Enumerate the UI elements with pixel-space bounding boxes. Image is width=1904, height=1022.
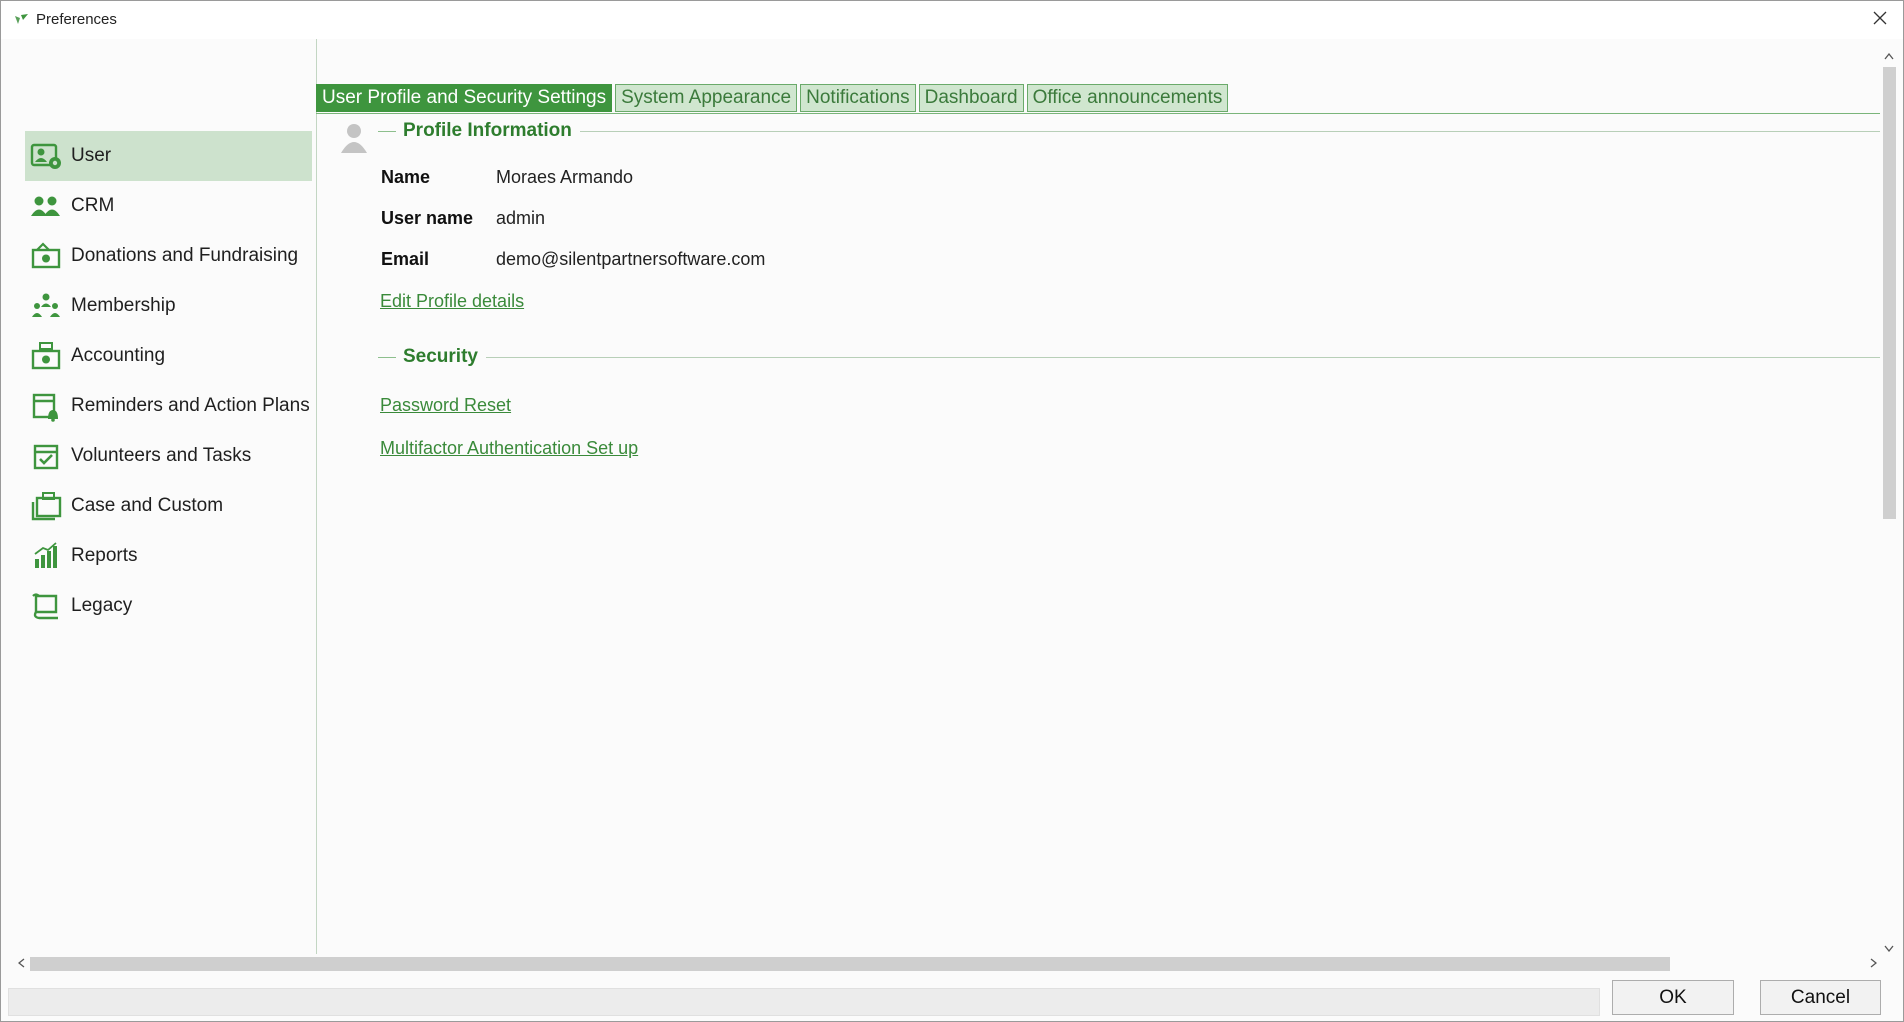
people-icon [29,189,63,223]
sidebar-item-label: Legacy [71,595,133,616]
name-value: Moraes Armando [496,167,634,187]
scroll-left-button[interactable] [14,955,28,973]
sidebar-item-reports[interactable]: Reports [25,531,312,581]
tab-office-announcements[interactable]: Office announcements [1026,84,1229,112]
ok-button[interactable]: OK [1612,980,1734,1015]
sidebar-item-volunteers[interactable]: Volunteers and Tasks [25,431,312,481]
window-title: Preferences [36,11,117,28]
sidebar-item-legacy[interactable]: Legacy [25,581,312,631]
membership-icon [29,289,63,323]
sidebar-item-crm[interactable]: CRM [25,181,312,231]
accounting-icon [29,339,63,373]
sidebar-item-label: Reminders and Action Plans [71,395,310,416]
security-heading: Security [403,346,478,367]
cancel-button[interactable]: Cancel [1760,980,1881,1015]
security-section-header: Security [378,345,1880,369]
chevron-right-icon [1870,955,1877,973]
status-bar [8,988,1600,1016]
sidebar: User CRM Donations and Fundraising Membe… [1,39,317,954]
email-value: demo@silentpartnersoftware.com [496,249,766,269]
tab-notifications[interactable]: Notifications [800,84,916,112]
email-label: Email [381,249,430,269]
tab-user-profile-security[interactable]: User Profile and Security Settings [316,84,613,112]
password-reset-link[interactable]: Password Reset [380,395,511,416]
profile-section-header: Profile Information [378,119,1880,143]
sidebar-item-label: Membership [71,295,176,316]
sidebar-item-label: Case and Custom [71,495,224,516]
vertical-scroll-thumb[interactable] [1883,67,1896,519]
sidebar-item-user[interactable]: User [25,131,312,181]
close-icon [1873,11,1887,30]
sidebar-item-label: Reports [71,545,138,566]
mfa-setup-link[interactable]: Multifactor Authentication Set up [380,438,638,459]
close-button[interactable] [1857,1,1903,39]
sidebar-item-case-custom[interactable]: Case and Custom [25,481,312,531]
sidebar-item-label: Volunteers and Tasks [71,445,252,466]
horizontal-scroll-thumb[interactable] [30,957,1670,971]
calendar-check-icon [29,439,63,473]
sidebar-item-membership[interactable]: Membership [25,281,312,331]
username-label: User name [381,208,474,228]
avatar-icon [339,122,369,154]
sidebar-item-donations[interactable]: Donations and Fundraising [25,231,312,281]
donation-icon [29,239,63,273]
chevron-up-icon [1884,47,1894,65]
name-label: Name [381,167,431,187]
username-value: admin [496,208,546,228]
scroll-icon [29,589,63,623]
vertical-scrollbar[interactable] [1880,49,1898,955]
sidebar-item-label: User [71,145,112,166]
briefcase-icon [29,489,63,523]
bar-chart-icon [29,539,63,573]
user-settings-icon [29,139,63,173]
app-logo-icon [14,13,30,27]
scroll-down-button[interactable] [1880,941,1898,955]
sidebar-item-reminders[interactable]: Reminders and Action Plans [25,381,312,431]
calendar-bell-icon [29,389,63,423]
chevron-down-icon [1884,939,1894,957]
tab-system-appearance[interactable]: System Appearance [615,84,798,112]
sidebar-item-label: Donations and Fundraising [71,245,299,266]
sidebar-item-accounting[interactable]: Accounting [25,331,312,381]
edit-profile-link[interactable]: Edit Profile details [380,291,524,312]
profile-heading: Profile Information [403,120,572,141]
chevron-left-icon [17,955,25,973]
horizontal-scrollbar[interactable] [10,955,1880,973]
sidebar-item-label: CRM [71,195,115,216]
sidebar-item-label: Accounting [71,345,166,366]
scroll-right-button[interactable] [1866,955,1880,973]
scroll-up-button[interactable] [1880,49,1898,63]
tab-divider [316,113,1881,114]
title-bar: Preferences [1,1,1903,39]
tab-strip: User Profile and Security Settings Syste… [316,84,1231,114]
tab-dashboard[interactable]: Dashboard [918,84,1024,112]
